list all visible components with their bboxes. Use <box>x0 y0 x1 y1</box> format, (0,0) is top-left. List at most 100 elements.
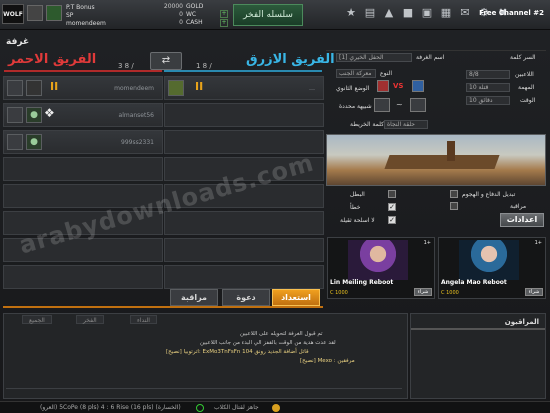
observers-panel: المراقبون <box>410 313 546 399</box>
power-icon[interactable] <box>196 404 204 412</box>
buy-button[interactable]: شراء <box>525 288 543 296</box>
character-price: C 1000 <box>330 290 348 296</box>
no-heavy-weapons-checkbox[interactable]: ✓ <box>388 216 396 224</box>
limit-label: شبيهة محددة <box>339 103 372 110</box>
character-price: C 1000 <box>441 290 459 296</box>
secondary-mode-label: الوضع الثانوي <box>336 85 370 92</box>
mission-value[interactable]: 10 قتلة <box>466 83 510 92</box>
spectate-checkbox[interactable] <box>450 202 458 210</box>
red-team-underline <box>4 70 162 72</box>
inventory-icon[interactable]: ■ <box>401 6 415 20</box>
settings-button[interactable]: اعدادات <box>500 213 544 227</box>
mistakes-checkbox[interactable]: ✓ <box>388 203 396 211</box>
red-slot[interactable]: II momendeem <box>3 76 163 100</box>
map-value[interactable]: حلقة النجاة <box>384 120 428 129</box>
mistakes-label: خطأ <box>350 204 361 211</box>
player-name: momendeem <box>114 85 154 92</box>
cash-value: 0 <box>179 19 183 26</box>
wc-value: 0 <box>179 11 183 18</box>
blue-team-icon <box>412 80 424 92</box>
no-heavy-weapons-label: لا اسلحة ثقيلة <box>340 217 375 224</box>
chat-tab-all[interactable]: الجميع <box>22 315 52 324</box>
attack-defense-checkbox[interactable] <box>450 190 458 198</box>
observers-title: المراقبون <box>504 318 539 326</box>
red-team-icon <box>377 80 389 92</box>
level-badge: 1+ <box>534 240 542 246</box>
player-name: P.T Bonus <box>66 4 95 11</box>
channel-name: Free Channel #2 <box>479 9 544 17</box>
blue-team-count: 1 8 / <box>196 62 212 70</box>
observers-divider <box>411 328 545 330</box>
player-name: 999ss2331 <box>121 139 154 146</box>
game-logo: WOLF <box>2 4 24 24</box>
red-team-count: 3 8 / <box>118 62 134 70</box>
rank-icon <box>7 134 23 150</box>
ranking-icon[interactable]: ▲ <box>382 6 396 20</box>
class-icon <box>26 80 42 96</box>
add-cash-icon[interactable]: + <box>220 19 228 27</box>
room-title: غرفة <box>6 37 30 47</box>
room-name-value[interactable]: [1] الحفل الخيري <box>336 53 412 62</box>
player-name: almanset56 <box>118 112 154 119</box>
map-label: كلمة الخريطة <box>350 121 384 128</box>
weapon-limit-icon[interactable] <box>374 98 390 112</box>
chat-panel <box>3 313 408 399</box>
hero-checkbox[interactable] <box>388 190 396 198</box>
add-wc-icon[interactable]: + <box>220 10 228 18</box>
profile-icon[interactable] <box>46 5 62 21</box>
vs-text: VS <box>393 82 404 90</box>
invite-button[interactable]: دعوة <box>222 289 270 306</box>
red-slot[interactable]: ● ❖ almanset56 <box>3 103 163 127</box>
blue-slot[interactable]: II … <box>164 76 324 100</box>
map-preview-image <box>326 134 546 186</box>
ready-icon: II <box>195 80 204 93</box>
blue-slot[interactable] <box>164 265 324 289</box>
watch-button[interactable]: مراقبة <box>170 289 218 306</box>
mode-label: النوع <box>380 70 392 77</box>
red-slot[interactable] <box>3 157 163 181</box>
blue-slot[interactable] <box>164 103 324 127</box>
chat-tab-team[interactable]: الفخر <box>76 315 104 324</box>
chat-input[interactable] <box>6 388 402 396</box>
blue-slot[interactable] <box>164 211 324 235</box>
swap-teams-button[interactable]: ⇄ <box>150 52 182 70</box>
stats-icon[interactable]: ▤ <box>363 6 377 20</box>
settings-divider <box>326 50 546 51</box>
time-value[interactable]: 10 دقائق <box>466 96 510 105</box>
character-card-angela[interactable]: 1+ Angela Mao Reboot C 1000 شراء <box>438 237 546 299</box>
blue-slot[interactable] <box>164 238 324 262</box>
ready-icon: II <box>50 80 59 93</box>
character-name: Angela Mao Reboot <box>441 279 507 286</box>
top-bar: WOLF P.T Bonus SP momendeem GOLD 20000 W… <box>0 0 550 30</box>
character-portrait <box>348 240 408 280</box>
tilde-icon: ~ <box>396 100 403 109</box>
mode-value[interactable]: معركة الجنب <box>336 69 376 78</box>
level-badge: 1+ <box>423 240 431 246</box>
ready-button[interactable]: استعداد <box>272 289 320 306</box>
hero-label: البطل <box>350 191 365 198</box>
player-limit-icon[interactable] <box>410 98 426 112</box>
players-value[interactable]: 8/8 <box>466 70 510 79</box>
class-icon: ● <box>26 134 42 150</box>
score-status: (العرو) 5CoPe (8 pls) 4 : 6 Rise (16 pls… <box>40 404 181 411</box>
red-slot[interactable]: ● 999ss2331 <box>3 130 163 154</box>
gift-icon[interactable]: ▦ <box>439 6 453 20</box>
mission-label: المهمة <box>518 84 535 91</box>
character-card-lin[interactable]: 1+ Lin Meiling Reboot C 1000 شراء <box>327 237 435 299</box>
wc-label: WC <box>186 11 197 18</box>
blue-team-title: الفريق الازرق <box>246 52 335 67</box>
shop-icon[interactable]: ★ <box>344 6 358 20</box>
rank-icon <box>7 80 23 96</box>
buy-button[interactable]: شراء <box>414 288 432 296</box>
chat-tab-call[interactable]: النداء <box>130 315 157 324</box>
clan-icon[interactable]: ▣ <box>420 6 434 20</box>
player-name: … <box>309 85 315 92</box>
blue-team-underline <box>164 70 322 72</box>
red-team-slots: II momendeem ● ❖ almanset56 ● 999ss2331 <box>3 76 163 292</box>
rank-icon <box>168 80 184 96</box>
chain-of-pride-button[interactable]: سلسله الفخر <box>233 4 303 26</box>
attack-defense-label: تبديل الدفاع و الهجوم <box>462 191 516 198</box>
game-lobby: WOLF P.T Bonus SP momendeem GOLD 20000 W… <box>0 0 550 413</box>
mail-icon[interactable]: ✉ <box>458 6 472 20</box>
red-slot[interactable] <box>3 265 163 289</box>
